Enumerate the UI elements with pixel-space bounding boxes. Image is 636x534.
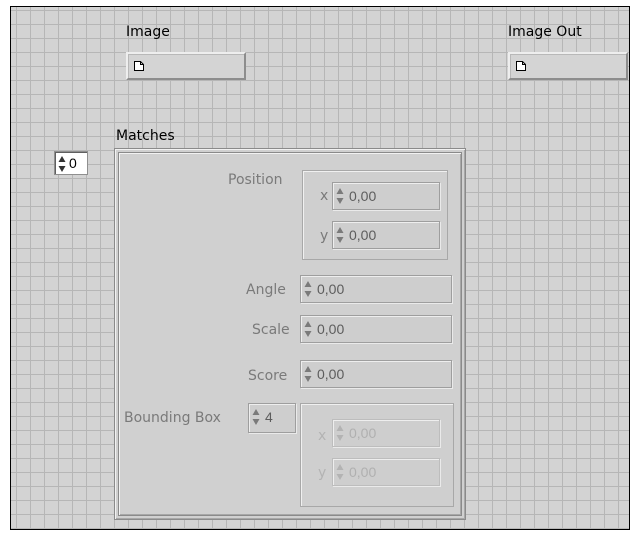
spin-arrows-icon[interactable] bbox=[336, 187, 344, 205]
bounding-box-y-field[interactable]: 0,00 bbox=[332, 458, 440, 486]
image-control[interactable] bbox=[126, 52, 246, 80]
matches-label: Matches bbox=[116, 128, 175, 144]
scale-field[interactable]: 0,00 bbox=[300, 315, 452, 343]
angle-field[interactable]: 0,00 bbox=[300, 275, 452, 303]
score-field[interactable]: 0,00 bbox=[300, 360, 452, 388]
bounding-box-y-value: 0,00 bbox=[349, 464, 377, 480]
bounding-box-index-value: 4 bbox=[265, 409, 273, 425]
scale-label: Scale bbox=[252, 322, 290, 338]
image-out-label: Image Out bbox=[508, 24, 582, 40]
spin-arrows-icon[interactable] bbox=[304, 280, 312, 298]
spin-arrows-icon[interactable] bbox=[336, 463, 344, 481]
scale-value: 0,00 bbox=[317, 321, 345, 337]
bounding-box-label: Bounding Box bbox=[124, 410, 221, 426]
bounding-box-index[interactable]: 4 bbox=[248, 403, 296, 433]
position-label: Position bbox=[228, 172, 283, 188]
file-icon bbox=[134, 61, 144, 71]
position-x-label: x bbox=[320, 188, 329, 204]
position-y-value: 0,00 bbox=[349, 227, 377, 243]
bounding-box-y-label: y bbox=[318, 465, 327, 481]
bounding-box-x-value: 0,00 bbox=[349, 425, 377, 441]
angle-label: Angle bbox=[246, 282, 286, 298]
spin-arrows-icon[interactable] bbox=[304, 365, 312, 383]
position-x-field[interactable]: 0,00 bbox=[332, 182, 440, 210]
bounding-box-x-field[interactable]: 0,00 bbox=[332, 419, 440, 447]
image-out-indicator[interactable] bbox=[508, 52, 628, 80]
image-label: Image bbox=[126, 24, 170, 40]
score-value: 0,00 bbox=[317, 366, 345, 382]
position-x-value: 0,00 bbox=[349, 188, 377, 204]
bounding-box-x-label: x bbox=[318, 428, 327, 444]
spin-arrows-icon[interactable] bbox=[304, 320, 312, 338]
array-index-control[interactable]: 0 bbox=[54, 151, 88, 175]
position-y-label: y bbox=[320, 228, 329, 244]
position-y-field[interactable]: 0,00 bbox=[332, 221, 440, 249]
spin-arrows-icon[interactable] bbox=[252, 408, 260, 426]
array-index-value: 0 bbox=[69, 155, 77, 171]
file-icon bbox=[516, 61, 526, 71]
score-label: Score bbox=[248, 368, 288, 384]
spin-arrows-icon[interactable] bbox=[336, 226, 344, 244]
angle-value: 0,00 bbox=[317, 281, 345, 297]
spin-arrows-icon[interactable] bbox=[58, 155, 66, 173]
spin-arrows-icon[interactable] bbox=[336, 424, 344, 442]
